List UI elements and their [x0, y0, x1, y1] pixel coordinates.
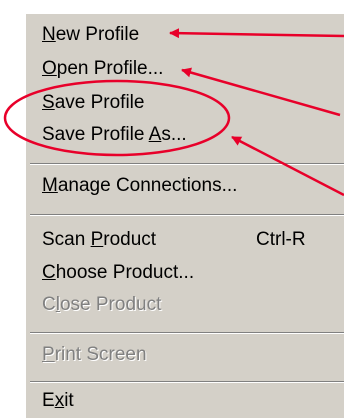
annotation-overlay [3, 28, 344, 197]
save-profile-highlight-ellipse [3, 79, 231, 157]
arrow-to-save-profile-as [231, 135, 344, 197]
arrow-to-new-profile [169, 28, 344, 39]
arrow-to-open-profile [181, 67, 341, 117]
